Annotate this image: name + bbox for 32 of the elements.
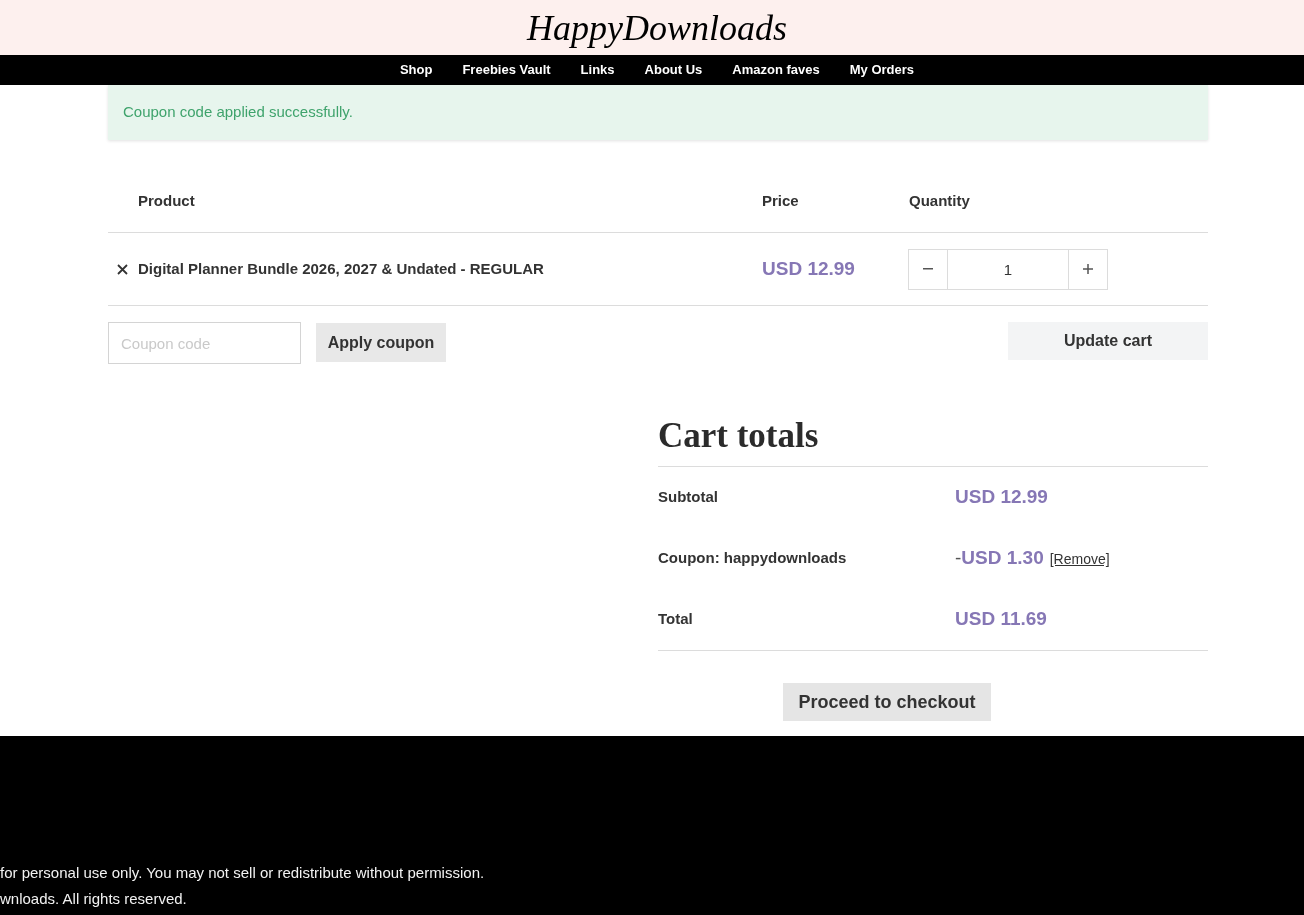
site-logo[interactable]: HappyDownloads bbox=[517, 9, 787, 46]
column-header: Price bbox=[762, 192, 799, 209]
nav-link[interactable]: My Orders bbox=[849, 60, 915, 80]
nav-link[interactable]: Freebies Vault bbox=[462, 60, 551, 80]
totals-amount: USD 11.69 bbox=[955, 607, 1047, 632]
product-price: USD 12.99 bbox=[762, 257, 855, 279]
footer-text: wnloads. All rights reserved. bbox=[0, 889, 187, 909]
nav-link[interactable]: Shop bbox=[399, 60, 433, 80]
totals-label: Coupon: happydownloads bbox=[658, 548, 848, 569]
cart-totals-heading: Cart totals bbox=[658, 416, 820, 457]
remove-item-button[interactable] bbox=[117, 263, 128, 275]
footer-text: for personal use only. You may not sell or redistribute without permission. bbox=[0, 863, 485, 883]
totals-amount: USD 12.99 bbox=[955, 485, 1048, 510]
discount-amount: -USD 1.30 bbox=[955, 546, 1044, 571]
plus-icon bbox=[1083, 264, 1093, 274]
minus-icon bbox=[923, 268, 933, 270]
totals-label: Total bbox=[658, 609, 694, 630]
totals-label: Subtotal bbox=[658, 487, 719, 508]
quantity-field[interactable]: 1 bbox=[948, 248, 1068, 290]
column-header: Quantity bbox=[909, 192, 970, 209]
proceed-to-checkout-button[interactable]: Proceed to checkout bbox=[783, 683, 991, 721]
remove-coupon-link[interactable]: [Remove] bbox=[1049, 549, 1110, 571]
increase-quantity-button[interactable] bbox=[1068, 248, 1108, 290]
column-header: Product bbox=[138, 192, 195, 209]
update-cart-button[interactable]: Update cart bbox=[1008, 322, 1208, 360]
notice-message: Coupon code applied successfully. bbox=[123, 102, 353, 123]
nav-link[interactable]: Links bbox=[580, 60, 615, 80]
product-name[interactable]: Digital Planner Bundle 2026, 2027 & Undated - REGULAR bbox=[138, 257, 544, 281]
close-icon bbox=[117, 263, 128, 275]
nav-link[interactable]: About Us bbox=[644, 60, 703, 80]
apply-coupon-button[interactable]: Apply coupon bbox=[316, 323, 446, 362]
nav-link[interactable]: Amazon faves bbox=[732, 60, 820, 80]
